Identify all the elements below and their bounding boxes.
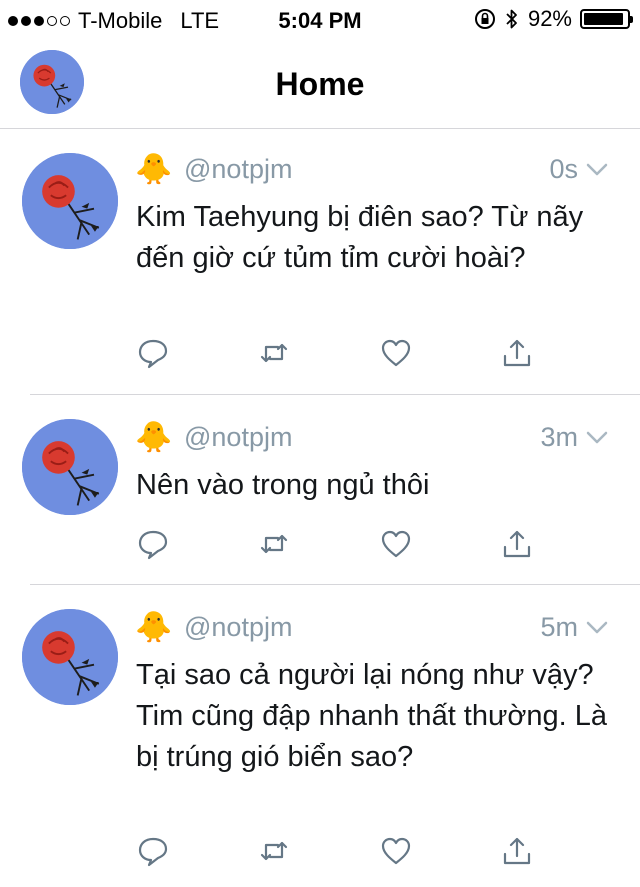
rose-icon (22, 419, 118, 515)
tweet-header: 🐥 @notpjm 0s (135, 149, 610, 189)
tweet-handle[interactable]: @notpjm (184, 422, 292, 453)
orientation-lock-icon (474, 9, 495, 29)
battery-icon (580, 9, 633, 29)
tweet-timestamp: 0s (549, 153, 578, 184)
retweet-icon[interactable] (257, 336, 291, 370)
tweet-text: Kim Taehyung bị điên sao? Từ nãy đến giờ… (136, 201, 584, 274)
chevron-down-icon[interactable] (584, 156, 610, 182)
tweet-header: 🐥 @notpjm 3m (135, 417, 610, 457)
like-icon[interactable] (379, 527, 413, 561)
chick-emoji: 🐥 (135, 152, 173, 186)
tweet-actions (136, 834, 556, 874)
reply-icon[interactable] (136, 527, 170, 561)
tweet-avatar[interactable] (22, 419, 118, 515)
tweet-actions (136, 336, 556, 376)
reply-icon[interactable] (136, 834, 170, 868)
retweet-icon[interactable] (257, 834, 291, 868)
status-right: 92% (474, 6, 633, 32)
retweet-icon[interactable] (257, 527, 291, 561)
chevron-down-icon[interactable] (584, 614, 610, 640)
share-icon[interactable] (500, 834, 534, 868)
status-bar: T-Mobile LTE 5:04 PM 92% (0, 0, 640, 40)
tweet[interactable]: 🐥 @notpjm 0s Kim Taehyung bị điên sao? T… (0, 129, 640, 395)
tweet-timestamp: 3m (540, 421, 578, 452)
share-icon[interactable] (500, 527, 534, 561)
rose-icon (22, 609, 118, 705)
chick-emoji: 🐥 (135, 610, 173, 644)
tweet-timestamp: 5m (540, 611, 578, 642)
tweet-avatar[interactable] (22, 153, 118, 249)
battery-percent: 92% (527, 6, 572, 31)
rose-icon (22, 153, 118, 249)
tweet[interactable]: 🐥 @notpjm 5m Tại sao cả người lại nóng n… (0, 585, 640, 887)
chick-emoji: 🐥 (135, 420, 173, 454)
page-title: Home (275, 66, 365, 102)
tweet-avatar[interactable] (22, 609, 118, 705)
chevron-down-icon[interactable] (584, 424, 610, 450)
tweet-text: Nên vào trong ngủ thôi (136, 469, 430, 501)
tweet-header: 🐥 @notpjm 5m (135, 607, 610, 647)
share-icon[interactable] (500, 336, 534, 370)
tweet[interactable]: 🐥 @notpjm 3m Nên vào trong ngủ thôi (0, 395, 640, 585)
tweet-handle[interactable]: @notpjm (184, 612, 292, 643)
nav-bar: Home (0, 40, 640, 129)
bluetooth-icon (506, 9, 517, 29)
tweet-actions (136, 527, 556, 567)
tweet-text: Tại sao cả người lại nóng như vậy? Tim c… (136, 659, 608, 773)
reply-icon[interactable] (136, 336, 170, 370)
like-icon[interactable] (379, 336, 413, 370)
tweet-handle[interactable]: @notpjm (184, 154, 292, 185)
like-icon[interactable] (379, 834, 413, 868)
